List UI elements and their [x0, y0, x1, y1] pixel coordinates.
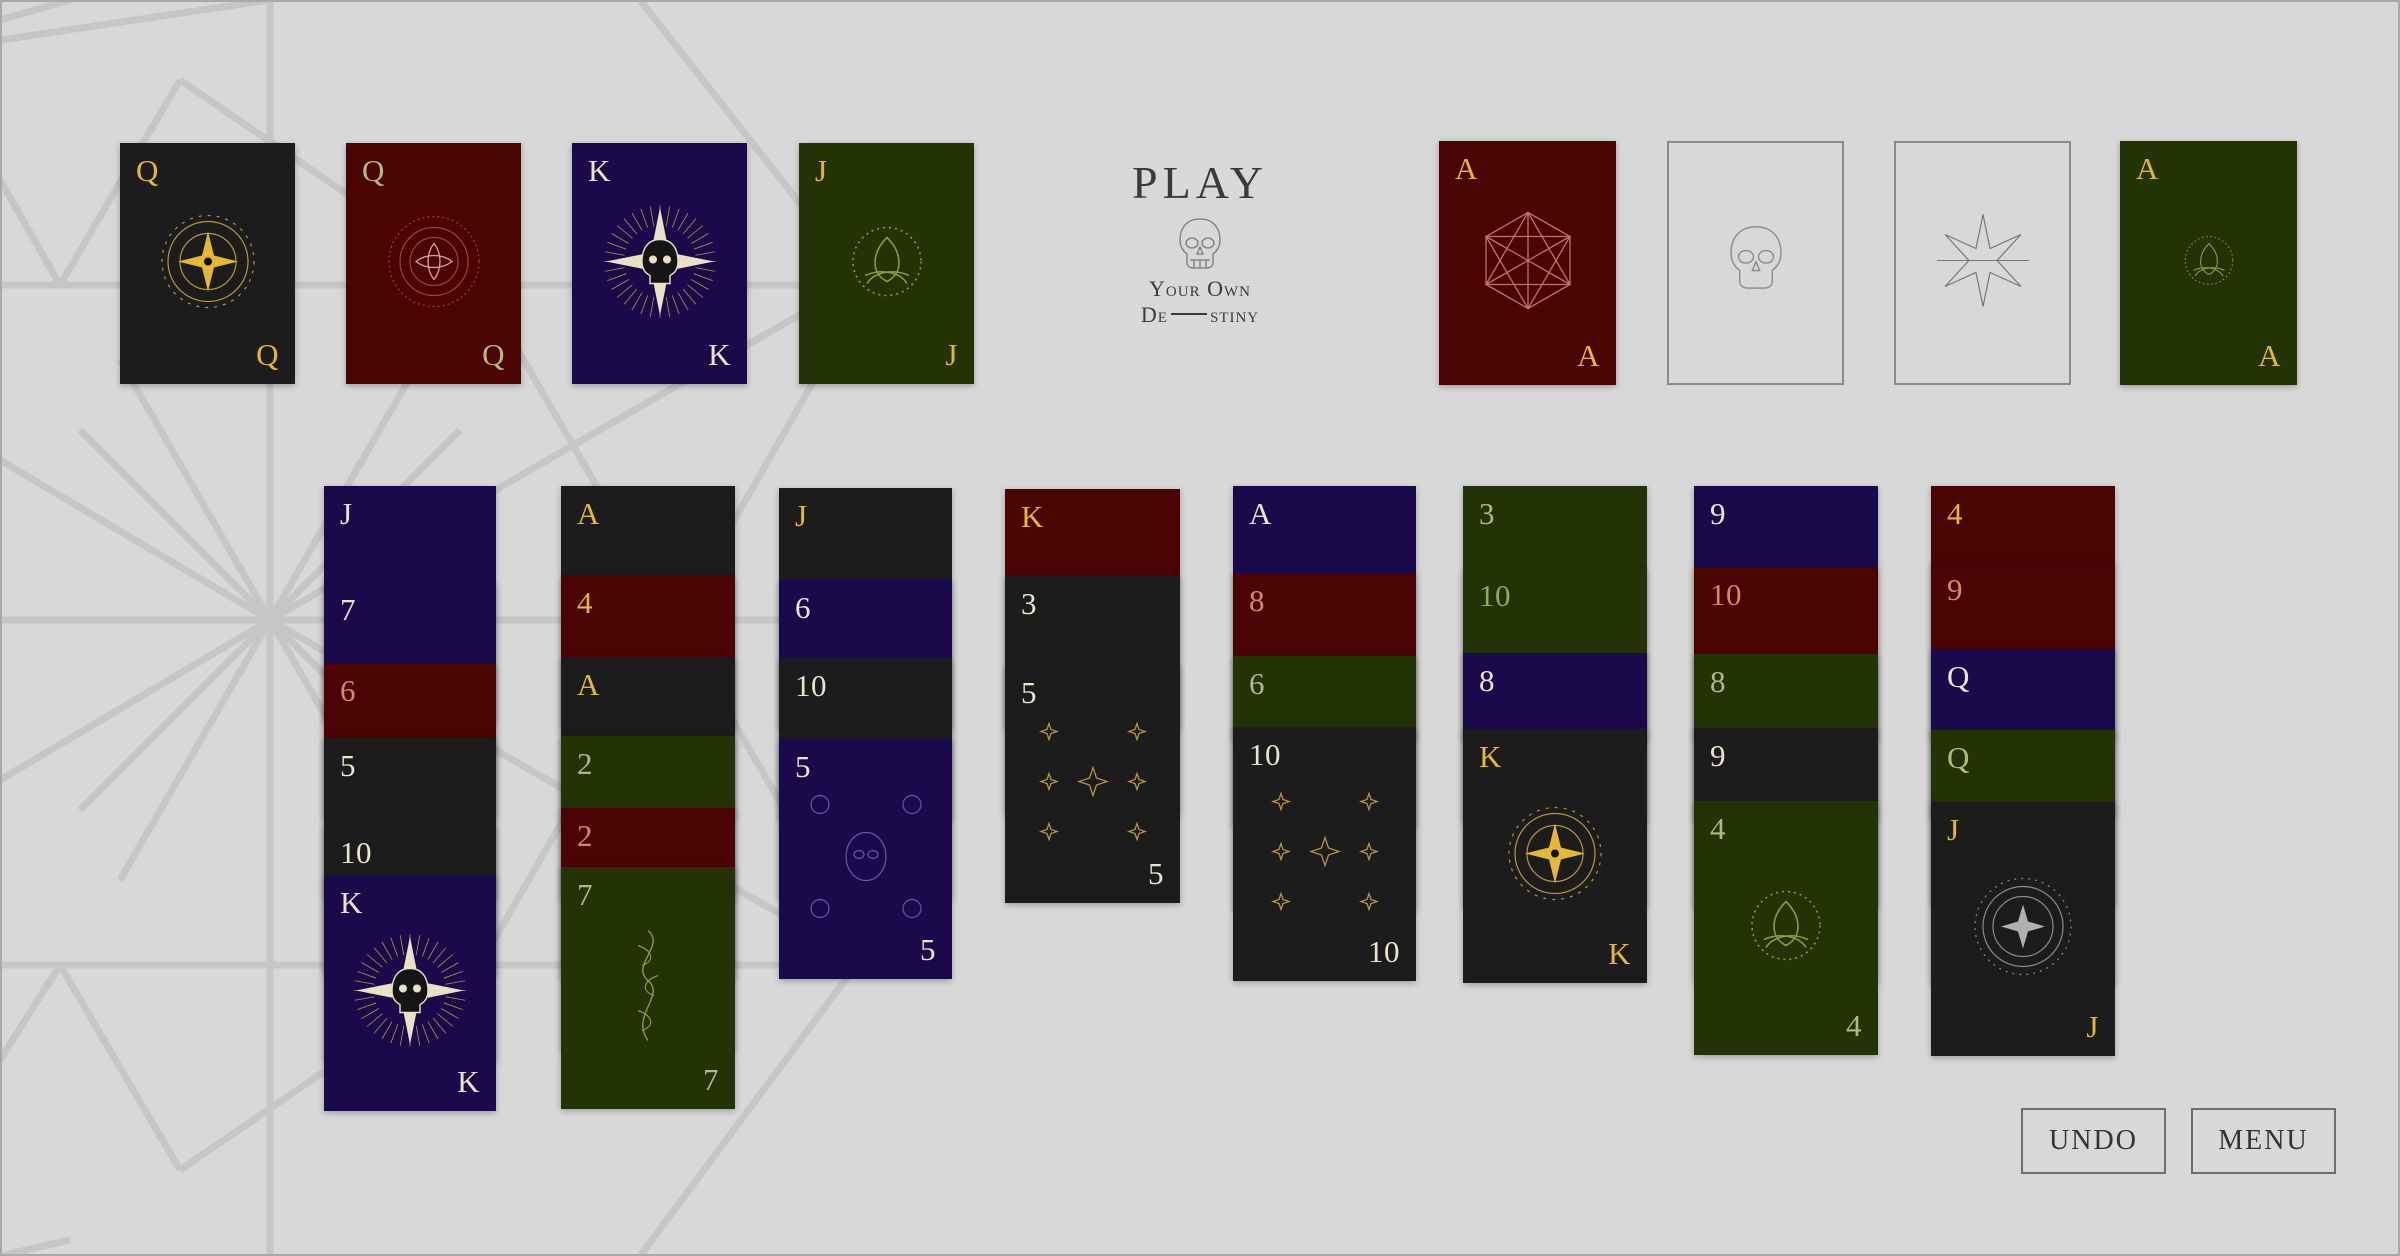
triquetra-icon [1741, 881, 1831, 976]
card-rank-bottom: 5 [1148, 856, 1164, 891]
card-rank: J [1947, 812, 1960, 847]
card-rank: A [577, 496, 600, 531]
card-rank: 5 [795, 749, 811, 784]
card-rank-bottom: K [457, 1064, 480, 1099]
foundation-card[interactable]: KK [572, 143, 747, 384]
card-rank-bottom: J [945, 337, 958, 372]
skull-logo-icon [1179, 218, 1221, 269]
card-rank: 6 [1249, 666, 1265, 701]
card-rank: K [588, 153, 611, 188]
card-rank-bottom: 5 [920, 932, 936, 967]
card-rank: 6 [340, 673, 356, 708]
tableau-card[interactable]: JJ [1931, 802, 2115, 1056]
card-rank: 10 [1479, 578, 1511, 613]
card-rank-bottom: A [2258, 338, 2281, 373]
card-rank: 2 [577, 818, 593, 853]
card-rank: 8 [1710, 664, 1726, 699]
title-block: PLAY Your Own De stiny [1100, 160, 1300, 328]
tableau-card[interactable]: 77 [561, 867, 735, 1109]
foundation-card[interactable]: QQ [120, 143, 295, 384]
undo-button[interactable]: UNDO [2021, 1108, 2166, 1174]
card-rank: J [340, 496, 353, 531]
card-rank-bottom: 10 [1368, 934, 1400, 969]
rose-icon [374, 201, 494, 326]
tableau-card[interactable]: 55 [1005, 665, 1180, 903]
subtitle-dash [1170, 313, 1207, 315]
compass-star-icon [1500, 799, 1610, 914]
card-rank-bottom: K [708, 337, 731, 372]
triquetra-small-icon [2177, 229, 2240, 297]
card-rank: J [815, 153, 828, 188]
card-rank: 4 [577, 585, 593, 620]
tableau-card[interactable]: 10 10 [1233, 727, 1416, 981]
empty-suit-slot[interactable] [1894, 141, 2071, 385]
subtitle-line-2: De stiny [1100, 302, 1300, 328]
card-rank-bottom: Q [482, 337, 505, 372]
compass-icon [1963, 867, 2083, 992]
card-rank-bottom: K [1608, 936, 1631, 971]
subtitle-de: De [1140, 302, 1168, 327]
card-rank: 5 [340, 748, 356, 783]
card-rank: A [1249, 496, 1272, 531]
card-rank: 9 [1710, 496, 1726, 531]
stars-icon [1023, 702, 1163, 867]
card-rank: K [1021, 499, 1044, 534]
card-rank: 3 [1479, 496, 1495, 531]
card-rank: 5 [1021, 675, 1037, 710]
suit-slot-card[interactable]: AA [1439, 141, 1616, 385]
compass-star-icon [153, 206, 263, 321]
star-outline-icon [1933, 211, 2033, 316]
card-rank: 9 [1947, 572, 1963, 607]
card-rank: 10 [1249, 737, 1281, 772]
card-rank-bottom: 4 [1846, 1008, 1862, 1043]
card-rank: 10 [340, 835, 372, 870]
card-rank: 7 [577, 877, 593, 912]
tableau-card[interactable]: KK [324, 875, 496, 1111]
card-rank: 9 [1710, 738, 1726, 773]
skull-star-icon [595, 196, 725, 331]
card-rank: K [340, 885, 363, 920]
card-rank: 7 [340, 592, 356, 627]
card-rank: 4 [1710, 811, 1726, 846]
card-rank: 10 [795, 668, 827, 703]
tableau-card[interactable]: 55 [779, 739, 952, 979]
card-rank: Q [362, 153, 385, 188]
tableau-card[interactable]: KK [1463, 729, 1647, 983]
card-rank: 8 [1479, 663, 1495, 698]
empty-suit-slot[interactable] [1667, 141, 1844, 385]
card-rank: 4 [1947, 496, 1963, 531]
card-rank: J [795, 498, 808, 533]
card-rank: 2 [577, 746, 593, 781]
card-rank: Q [1947, 740, 1970, 775]
card-rank: 10 [1710, 577, 1742, 612]
card-rank: 3 [1021, 586, 1037, 621]
subtitle-line-1: Your Own [1149, 276, 1251, 301]
card-rank: K [1479, 739, 1502, 774]
card-rank-bottom: A [1577, 338, 1600, 373]
card-rank: 6 [795, 590, 811, 625]
skull-star-icon [345, 926, 475, 1061]
card-rank: A [577, 667, 600, 702]
skull-outline-icon [1726, 223, 1786, 304]
card-rank-bottom: J [2086, 1009, 2099, 1044]
card-rank: Q [136, 153, 159, 188]
subtitle-stiny: stiny [1209, 302, 1260, 327]
stars-icon [1255, 772, 1395, 937]
foundation-card[interactable]: JJ [799, 143, 974, 384]
card-rank: Q [1947, 659, 1970, 694]
card-rank-bottom: Q [256, 337, 279, 372]
suit-slot-card[interactable]: AA [2120, 141, 2297, 385]
card-rank: A [2136, 151, 2159, 186]
play-title: PLAY [1132, 157, 1268, 208]
triquetra-icon [842, 216, 932, 311]
card-rank: 8 [1249, 583, 1265, 618]
tableau-card[interactable]: 44 [1694, 801, 1878, 1055]
foundation-card[interactable]: QQ [346, 143, 521, 384]
vine-icon [618, 921, 678, 1056]
card-rank-bottom: 7 [703, 1062, 719, 1097]
card-rank: A [1455, 151, 1478, 186]
hexagram-icon [1473, 206, 1583, 321]
menu-button[interactable]: MENU [2191, 1108, 2336, 1174]
skulls-icon [796, 777, 936, 942]
